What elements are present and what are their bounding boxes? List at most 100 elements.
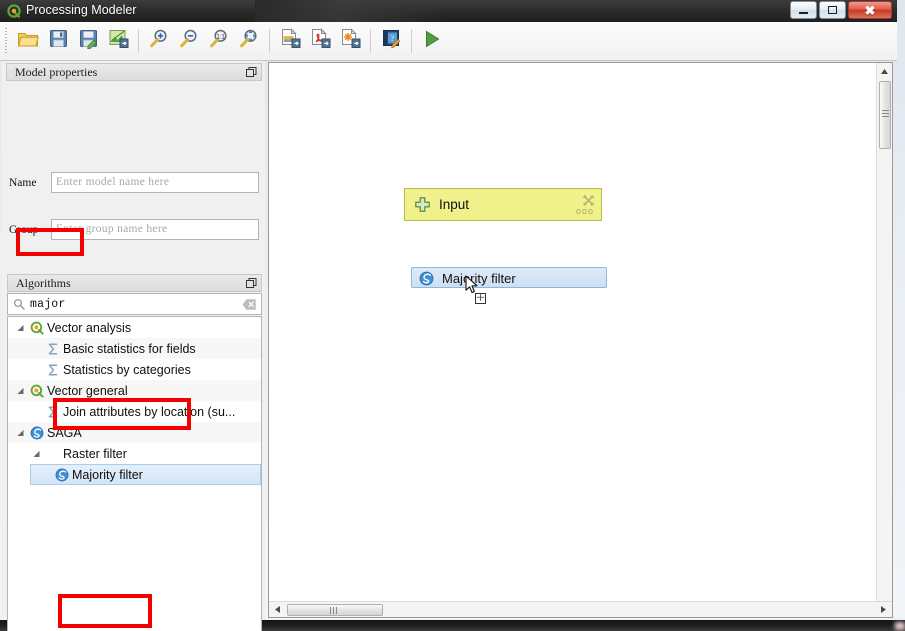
algorithm-tree-rows: ◢ Vector analysis Basic statistics for fie… — [8, 317, 261, 485]
scroll-up-icon[interactable] — [877, 64, 892, 79]
model-canvas[interactable]: Input ooo Majority filter ＋ — [269, 63, 876, 601]
save-icon — [48, 28, 69, 54]
zoom-in-button[interactable] — [145, 26, 173, 56]
close-button[interactable]: ✖ — [848, 1, 892, 19]
zoom-1-1-icon: 1:1 — [208, 28, 230, 54]
model-name-row: Name Enter model name here — [9, 172, 259, 193]
algorithm-tree-item-label: Vector general — [47, 383, 128, 398]
scroll-thumb-grip — [330, 607, 338, 614]
horizontal-scroll-thumb[interactable] — [287, 604, 383, 616]
algorithm-tree-item[interactable]: Statistics by categories — [8, 359, 261, 380]
toolbar-drag-handle[interactable] — [3, 28, 11, 54]
algorithm-tree-item[interactable]: ◢ SAGA — [8, 422, 261, 443]
algorithm-tree-item-label: Join attributes by location (su... — [63, 404, 236, 419]
algorithm-tree-item-label: Raster filter — [63, 446, 127, 461]
expand-collapse-icon[interactable]: ◢ — [14, 386, 27, 395]
edit-help-button[interactable]: ? — [377, 26, 405, 56]
canvas-horizontal-scrollbar[interactable] — [269, 601, 892, 617]
sigma-icon — [43, 363, 63, 377]
model-node-input-label: Input — [439, 197, 470, 212]
open-model-button[interactable] — [14, 26, 42, 56]
model-name-input[interactable]: Enter model name here — [51, 172, 259, 193]
run-play-icon — [422, 29, 442, 54]
model-group-row: Group Enter group name here — [9, 219, 259, 240]
algorithms-float-button[interactable] — [245, 277, 258, 290]
help-edit-icon: ? — [381, 28, 402, 54]
sigma-icon — [43, 405, 63, 419]
model-canvas-area: Input ooo Majority filter ＋ — [268, 62, 893, 618]
zoom-out-button[interactable] — [175, 26, 203, 56]
title-bar: Processing Modeler ✖ — [0, 0, 897, 22]
minimize-button[interactable] — [790, 1, 817, 19]
algorithm-tree-item[interactable]: Join attributes by location (su... — [8, 401, 261, 422]
algorithm-tree-item[interactable]: ◢ Vector analysis — [8, 317, 261, 338]
expand-collapse-icon[interactable]: ◢ — [14, 323, 27, 332]
save-as-icon — [78, 28, 99, 54]
algorithm-tree-item[interactable]: ◢ Vector general — [8, 380, 261, 401]
canvas-vertical-scrollbar[interactable] — [876, 63, 892, 601]
clear-search-icon[interactable] — [237, 298, 261, 311]
qgis-provider-icon — [27, 321, 47, 335]
zoom-out-icon — [178, 28, 200, 54]
algorithms-panel-header: Algorithms — [7, 274, 262, 292]
export-svg-button[interactable] — [336, 26, 364, 56]
export-pdf-icon — [310, 28, 331, 54]
model-name-label: Name — [9, 176, 37, 189]
run-model-button[interactable] — [418, 26, 446, 56]
sigma-icon — [43, 342, 63, 356]
left-dock-area: Model properties Name Enter model name h… — [1, 61, 265, 631]
expand-collapse-icon[interactable]: ◢ — [14, 428, 27, 437]
algorithm-tree-item[interactable]: Majority filter — [30, 464, 261, 485]
algorithm-tree-item-label: Basic statistics for fields — [63, 341, 196, 356]
zoom-full-button[interactable] — [235, 26, 263, 56]
toolbar-separator — [411, 29, 412, 53]
scroll-left-icon[interactable] — [270, 602, 285, 617]
qgis-logo-icon — [7, 4, 21, 18]
window-title: Processing Modeler — [26, 3, 137, 17]
zoom-actual-button[interactable]: 1:1 — [205, 26, 233, 56]
algorithm-tree-item-label: SAGA — [47, 425, 82, 440]
model-group-label: Group — [9, 223, 39, 236]
vertical-scroll-thumb[interactable] — [879, 81, 891, 149]
algorithm-tree[interactable]: ◢ Vector analysis Basic statistics for fie… — [7, 316, 262, 631]
export-image-icon — [108, 28, 129, 54]
node-menu-icon[interactable]: ooo — [576, 206, 594, 216]
svg-text:1:1: 1:1 — [216, 34, 225, 40]
expand-collapse-icon[interactable]: ◢ — [30, 449, 43, 458]
model-properties-panel-header: Model properties — [6, 63, 262, 81]
model-properties-float-button[interactable] — [245, 66, 258, 79]
search-icon — [8, 298, 30, 310]
background-bottom-accent — [895, 622, 905, 630]
algorithm-tree-item[interactable]: ◢ Raster filter — [8, 443, 261, 464]
toolbar-separator — [138, 29, 139, 53]
export-as-image-button[interactable] — [104, 26, 132, 56]
processing-modeler-window: Processing Modeler ✖ 1:1 ? Model propert… — [0, 0, 897, 631]
saga-provider-icon — [27, 426, 47, 440]
scroll-right-icon[interactable] — [876, 602, 891, 617]
scroll-thumb-grip — [882, 110, 889, 118]
maximize-button[interactable] — [819, 1, 846, 19]
algorithm-tree-item-label: Vector analysis — [47, 320, 132, 335]
model-group-input[interactable]: Enter group name here — [51, 219, 259, 240]
save-model-as-button[interactable] — [74, 26, 102, 56]
maximize-icon — [828, 6, 837, 14]
export-image-file-button[interactable] — [276, 26, 304, 56]
folder-open-icon — [17, 29, 39, 54]
export-pdf-button[interactable] — [306, 26, 334, 56]
algorithm-tree-item-label: Statistics by categories — [63, 362, 191, 377]
zoom-in-icon — [148, 28, 170, 54]
export-svg-icon — [340, 28, 361, 54]
algorithms-title: Algorithms — [16, 275, 71, 290]
model-properties-title: Model properties — [15, 64, 98, 79]
svg-text:?: ? — [390, 33, 394, 43]
window-controls: ✖ — [790, 1, 892, 19]
saga-provider-icon — [419, 271, 434, 291]
search-input[interactable]: major — [30, 298, 237, 311]
algorithm-search-box[interactable]: major — [7, 293, 262, 315]
save-model-button[interactable] — [44, 26, 72, 56]
model-node-input[interactable]: Input ooo — [404, 188, 602, 221]
drag-add-badge: ＋ — [475, 293, 486, 304]
close-icon: ✖ — [864, 2, 876, 18]
model-node-majority-filter[interactable]: Majority filter — [411, 267, 607, 288]
algorithm-tree-item[interactable]: Basic statistics for fields — [8, 338, 261, 359]
